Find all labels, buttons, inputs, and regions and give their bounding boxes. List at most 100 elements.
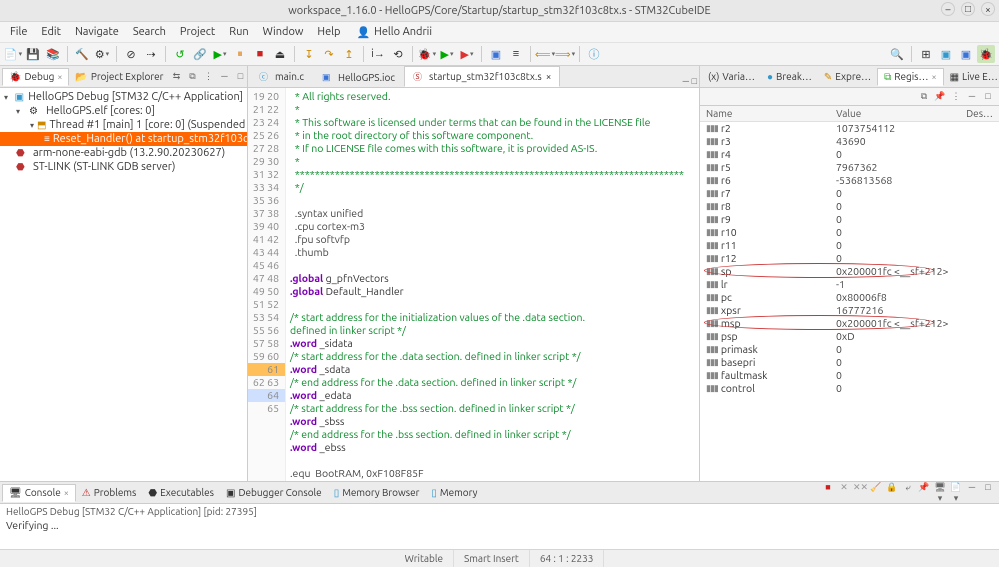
tab-memory-browser[interactable]: ▯Memory Browser <box>328 485 426 501</box>
save-all-button[interactable]: 📚 <box>44 45 62 63</box>
tab-debugger-console[interactable]: ▣Debugger Console <box>220 485 328 501</box>
resume-button[interactable]: ▶ <box>211 45 229 63</box>
minimize-icon[interactable]: ─ <box>683 76 689 86</box>
save-button[interactable]: 💾 <box>24 45 42 63</box>
register-row[interactable]: ▮▮▮r110 <box>700 239 999 252</box>
mx-perspective-button[interactable]: ▣ <box>957 45 975 63</box>
tab-debug[interactable]: 🐞 Debug × <box>2 68 69 86</box>
terminate-button[interactable]: ■ <box>251 45 269 63</box>
open-console-button[interactable]: 📄▾ <box>949 482 963 504</box>
remove-launch-button[interactable]: ✕ <box>837 482 851 504</box>
tab-problems[interactable]: ⚠Problems <box>76 485 143 501</box>
register-row[interactable]: ▮▮▮r120 <box>700 252 999 265</box>
register-row[interactable]: ▮▮▮xpsr16777216 <box>700 304 999 317</box>
tab-ioc[interactable]: ▣ HelloGPS.ioc <box>313 68 404 87</box>
pin-button[interactable]: 📌 <box>933 91 947 102</box>
chevron-down-icon[interactable]: ▾ <box>16 107 26 116</box>
tab-executables[interactable]: ⬣Executables <box>142 485 220 501</box>
register-row[interactable]: ▮▮▮sp0x200001fc <__sf+212> <box>700 265 999 278</box>
tree-elf[interactable]: ▾ ⚙ HelloGPS.elf [cores: 0] <box>0 104 247 118</box>
tab-breakpoints[interactable]: ●Break… <box>761 69 818 85</box>
maximize-button[interactable]: □ <box>961 2 975 16</box>
close-icon[interactable]: × <box>546 71 552 82</box>
register-row[interactable]: ▮▮▮r57967362 <box>700 161 999 174</box>
close-icon[interactable]: × <box>57 72 62 82</box>
col-value[interactable]: Value <box>836 108 966 119</box>
maximize-icon[interactable]: □ <box>981 482 995 504</box>
display-button[interactable]: 🖥▾ <box>933 482 947 504</box>
external-tools-button[interactable]: ▶ <box>458 45 476 63</box>
step-into-button[interactable]: ↧ <box>300 45 318 63</box>
tab-registers[interactable]: ⧉Regis…× <box>877 68 943 86</box>
maximize-icon[interactable]: □ <box>692 76 697 86</box>
info-button[interactable]: ⓘ <box>585 45 603 63</box>
tab-memory[interactable]: ▯Memory <box>425 485 483 501</box>
registers-table[interactable]: ▮▮▮r21073754112▮▮▮r343690▮▮▮r40▮▮▮r57967… <box>700 122 999 481</box>
chevron-down-icon[interactable]: ▾ <box>30 121 34 130</box>
step-return-button[interactable]: ↥ <box>340 45 358 63</box>
register-row[interactable]: ▮▮▮r80 <box>700 200 999 213</box>
register-row[interactable]: ▮▮▮r343690 <box>700 135 999 148</box>
col-desc[interactable]: Des… <box>966 108 993 119</box>
tab-expressions[interactable]: ✎Expre… <box>818 69 877 85</box>
layout-button[interactable]: ⧉ <box>917 91 931 102</box>
menu-navigate[interactable]: Navigate <box>69 24 125 40</box>
register-row[interactable]: ▮▮▮faultmask0 <box>700 369 999 382</box>
suspend-button[interactable]: ⏸ <box>231 45 249 63</box>
menu-edit[interactable]: Edit <box>35 24 67 40</box>
restart-button[interactable]: ↺ <box>171 45 189 63</box>
clear-button[interactable]: 🧹 <box>869 482 883 504</box>
back-button[interactable]: ⟸ <box>536 45 554 63</box>
tab-main-c[interactable]: ⓒ main.c <box>250 66 313 87</box>
minimize-icon[interactable]: ─ <box>965 91 979 102</box>
word-wrap-button[interactable]: ⤶ <box>901 482 915 504</box>
halt-button[interactable]: 🔗 <box>191 45 209 63</box>
console-body[interactable]: HelloGPS Debug [STM32 C/C++ Application]… <box>0 504 999 549</box>
register-row[interactable]: ▮▮▮r21073754112 <box>700 122 999 135</box>
forward-button[interactable]: ⟹ <box>556 45 574 63</box>
col-name[interactable]: Name <box>706 108 836 119</box>
search-icon[interactable]: 🔍 <box>888 45 906 63</box>
tree-root[interactable]: ▾ ▣ HelloGPS Debug [STM32 C/C++ Applicat… <box>0 90 247 104</box>
close-icon[interactable]: × <box>64 488 69 498</box>
register-row[interactable]: ▮▮▮basepri0 <box>700 356 999 369</box>
register-row[interactable]: ▮▮▮lr-1 <box>700 278 999 291</box>
editor-body[interactable]: 19 20 21 22 23 24 25 26 27 28 29 30 31 3… <box>248 88 699 481</box>
link-button[interactable]: ⧉ <box>185 71 199 82</box>
new-button[interactable]: 📄 <box>4 45 22 63</box>
instr-step-button[interactable]: ⇢ <box>142 45 160 63</box>
register-row[interactable]: ▮▮▮r100 <box>700 226 999 239</box>
minimize-icon[interactable]: ─ <box>217 71 231 82</box>
menu-run[interactable]: Run <box>223 24 254 40</box>
chevron-down-icon[interactable]: ▾ <box>4 93 12 102</box>
menu-project[interactable]: Project <box>174 24 221 40</box>
debug-button[interactable]: 🐞 <box>418 45 436 63</box>
swv-button[interactable]: ≡ <box>507 45 525 63</box>
minimize-button[interactable]: – <box>941 2 955 16</box>
close-icon[interactable]: × <box>931 72 936 82</box>
view-menu-button[interactable]: ⋮ <box>949 91 963 102</box>
menu-help[interactable]: Help <box>311 24 346 40</box>
open-perspective-button[interactable]: ⊞ <box>917 45 935 63</box>
scroll-lock-button[interactable]: 🔒 <box>885 482 899 504</box>
menu-window[interactable]: Window <box>257 24 310 40</box>
minimize-icon[interactable]: ─ <box>965 482 979 504</box>
tab-variables[interactable]: (x)Varia… <box>702 69 761 84</box>
tree-frame-selected[interactable]: ≡ Reset_Handler() at startup_stm32f103c8… <box>0 132 247 146</box>
terminate-button[interactable]: ■ <box>821 482 835 504</box>
tree-thread[interactable]: ▾ ⬒ Thread #1 [main] 1 [core: 0] (Suspen… <box>0 118 247 132</box>
collapse-button[interactable]: ⇆ <box>169 71 183 82</box>
tree-stlink[interactable]: ⬣ ST-LINK (ST-LINK GDB server) <box>0 160 247 174</box>
build-button[interactable]: 🔨 <box>73 45 91 63</box>
cpp-perspective-button[interactable]: ▣ <box>937 45 955 63</box>
debug-perspective-button[interactable]: 🐞 <box>977 45 995 63</box>
register-row[interactable]: ▮▮▮pc0x80006f8 <box>700 291 999 304</box>
view-menu-button[interactable]: ⋮ <box>201 71 215 82</box>
tab-project-explorer[interactable]: 📂 Project Explorer <box>69 69 169 85</box>
tab-live-expr[interactable]: ▦Live E… <box>944 69 999 85</box>
drop-frame-button[interactable]: ⟲ <box>389 45 407 63</box>
tab-console[interactable]: 🖥Console× <box>2 484 76 502</box>
register-row[interactable]: ▮▮▮psp0xD <box>700 330 999 343</box>
no-skip-button[interactable]: ⊘ <box>122 45 140 63</box>
register-row[interactable]: ▮▮▮r6-536813568 <box>700 174 999 187</box>
